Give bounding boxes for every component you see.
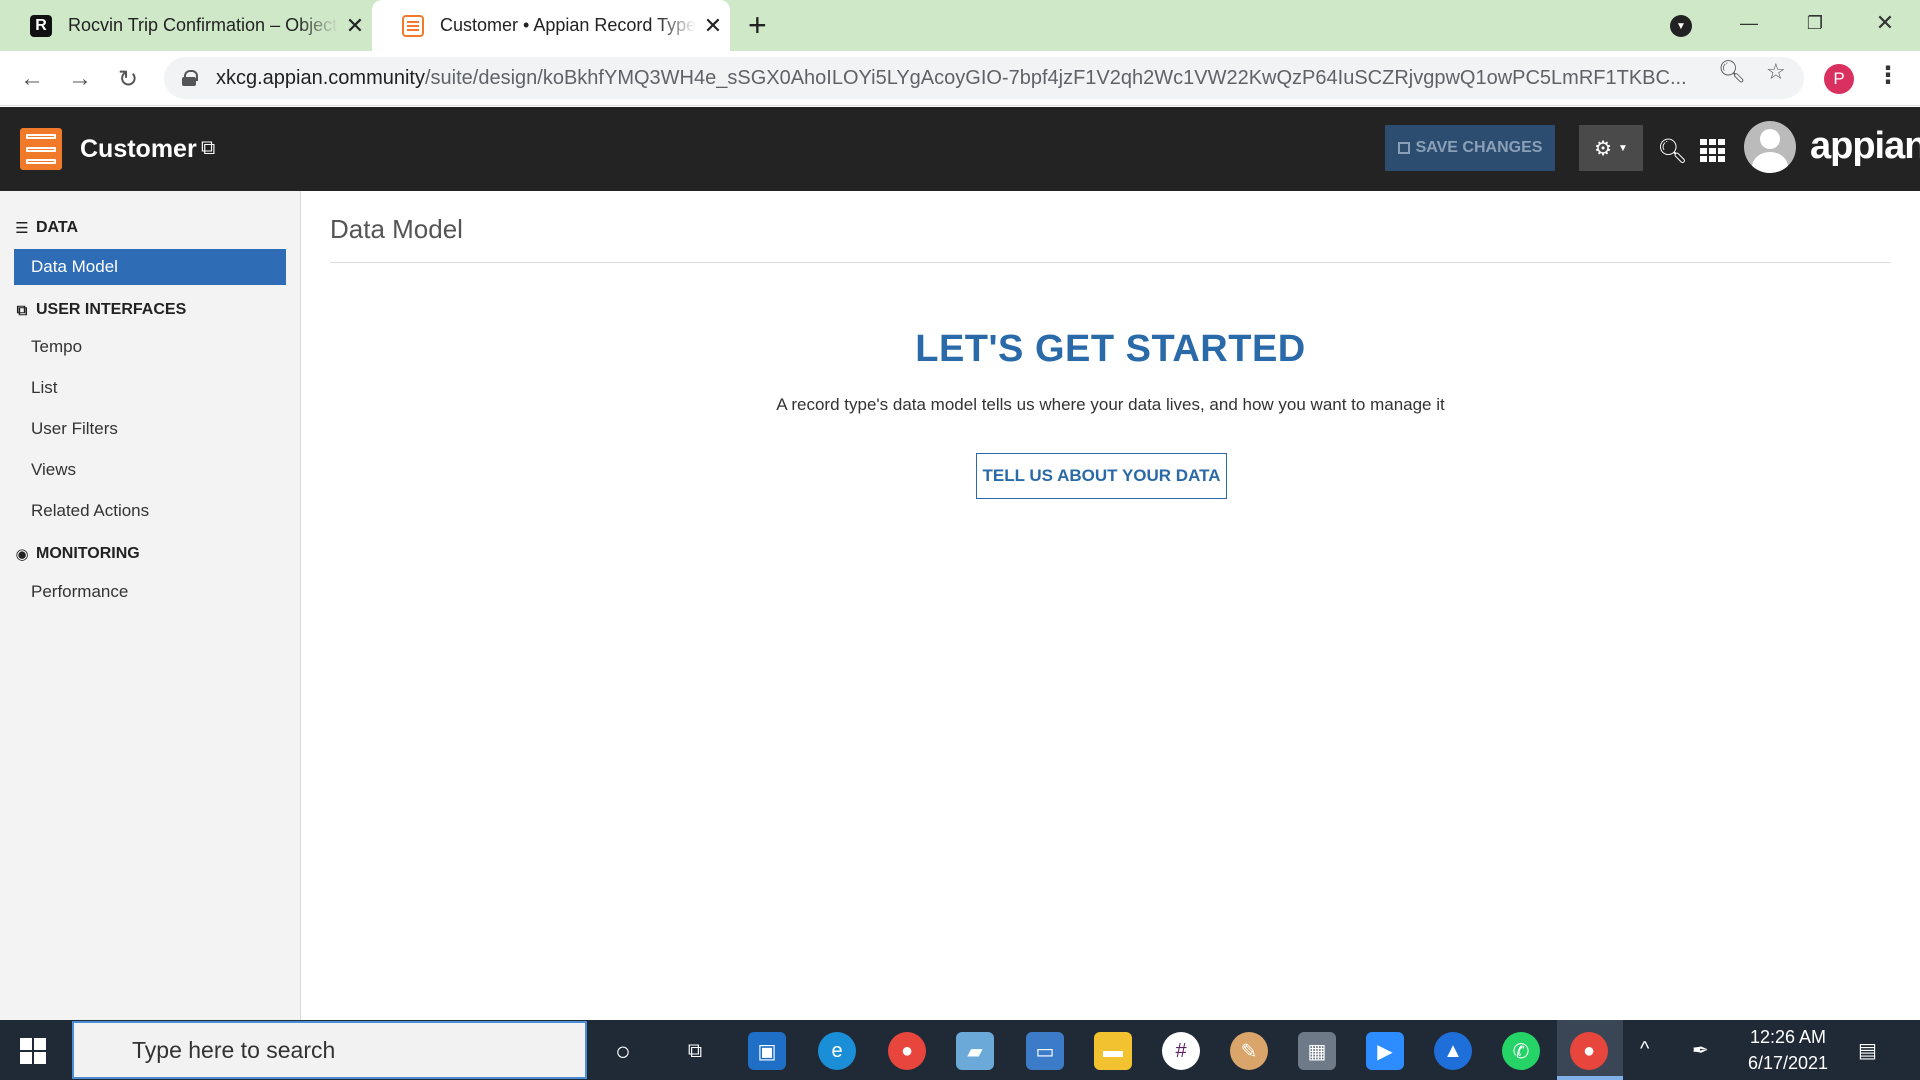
system-clock[interactable]: 12:26 AM 6/17/2021: [1740, 1024, 1836, 1076]
task-view-icon[interactable]: ⧉: [676, 1032, 714, 1070]
divider: [330, 262, 1891, 263]
calculator-icon[interactable]: ▦: [1298, 1032, 1336, 1070]
user-avatar[interactable]: [1744, 121, 1796, 173]
tab-favicon: R: [30, 14, 52, 37]
taskbar: Type here to search ○ ⧉ ▣ e ● ▰ ▭ ▬ # ✎ …: [0, 1020, 1920, 1080]
close-tab-icon[interactable]: ✕: [696, 13, 730, 39]
url-text: xkcg.appian.community/suite/design/koBkh…: [216, 66, 1687, 89]
zoom-app-icon[interactable]: ▶: [1366, 1032, 1404, 1070]
whatsapp-icon[interactable]: ✆: [1502, 1032, 1540, 1070]
vpn-app-icon[interactable]: ▲: [1434, 1032, 1472, 1070]
notifications-icon[interactable]: ▤: [1858, 1038, 1877, 1063]
edge-icon[interactable]: e: [818, 1032, 856, 1070]
notes-app-icon[interactable]: ▰: [956, 1032, 994, 1070]
app-launcher-icon[interactable]: [1700, 139, 1726, 163]
chrome-icon[interactable]: ●: [888, 1032, 926, 1070]
clock-date: 6/17/2021: [1747, 1053, 1829, 1073]
chevron-down-icon: ▼: [1618, 142, 1628, 154]
tab-title: Customer • Appian Record Type: [440, 15, 696, 35]
microsoft-store-icon[interactable]: ▣: [748, 1032, 786, 1070]
gauge-icon: ◉: [15, 546, 29, 563]
sidebar-item-user-filters[interactable]: User Filters: [14, 411, 286, 447]
pen-icon[interactable]: ✒: [1692, 1038, 1709, 1063]
edit-properties-icon[interactable]: ⧉: [201, 137, 223, 159]
browser-tab-active[interactable]: Customer • Appian Record Type ✕: [372, 0, 730, 51]
sidebar-item-views[interactable]: Views: [14, 452, 286, 488]
sidebar-item-performance[interactable]: Performance: [14, 574, 286, 610]
browser-menu-icon[interactable]: ⋮: [1876, 61, 1900, 90]
back-icon[interactable]: ←: [14, 61, 50, 97]
new-tab-icon[interactable]: +: [748, 8, 767, 42]
page-title: Data Model: [330, 214, 463, 244]
sidebar-item-tempo[interactable]: Tempo: [14, 329, 286, 365]
zoom-icon[interactable]: 🔍︎: [1718, 59, 1746, 85]
app-header: Customer ⧉ SAVE CHANGES ⚙ ▼ 🔍︎ appian: [0, 107, 1920, 191]
database-icon: ☰: [15, 220, 29, 237]
browser-toolbar: ← → ↻ xkcg.appian.community/suite/design…: [0, 51, 1920, 106]
show-hidden-icons-icon[interactable]: ^: [1640, 1038, 1649, 1061]
slack-icon[interactable]: #: [1162, 1032, 1200, 1070]
sidebar-section-monitoring: ◉ MONITORING: [15, 545, 140, 563]
reload-icon[interactable]: ↻: [110, 61, 146, 97]
address-bar[interactable]: xkcg.appian.community/suite/design/koBkh…: [164, 57, 1804, 99]
save-icon: [1397, 142, 1410, 154]
chrome-profile-icon[interactable]: ●: [1570, 1032, 1608, 1070]
sidebar-item-related-actions[interactable]: Related Actions: [14, 493, 286, 529]
lock-icon[interactable]: [182, 70, 198, 86]
mail-app-icon[interactable]: ▭: [1026, 1032, 1064, 1070]
active-app-indicator: [1557, 1076, 1623, 1080]
save-changes-button[interactable]: SAVE CHANGES: [1385, 125, 1555, 171]
paint-icon[interactable]: ✎: [1230, 1032, 1268, 1070]
bookmark-star-icon[interactable]: ☆: [1766, 59, 1786, 85]
forward-icon[interactable]: →: [62, 61, 98, 97]
clock-time: 12:26 AM: [1749, 1027, 1827, 1047]
restore-icon[interactable]: ❐: [1792, 0, 1838, 46]
sidebar-section-user-interfaces: ⧉ USER INTERFACES: [14, 301, 187, 319]
sidebar-item-data-model[interactable]: Data Model: [14, 249, 286, 285]
hero-title: LET'S GET STARTED: [915, 328, 1306, 370]
hero-subtitle: A record type's data model tells us wher…: [776, 395, 1445, 414]
copy-icon: ⧉: [16, 301, 28, 319]
sidebar-item-list[interactable]: List: [14, 370, 286, 406]
windows-start-icon[interactable]: [20, 1038, 46, 1064]
appian-logo: appian: [1810, 125, 1920, 167]
tell-us-about-your-data-button[interactable]: TELL US ABOUT YOUR DATA: [976, 453, 1227, 499]
tab-title: Rocvin Trip Confirmation – Object: [68, 15, 338, 35]
taskbar-search-input[interactable]: Type here to search: [72, 1021, 587, 1079]
record-type-icon: [20, 128, 62, 170]
browser-tab[interactable]: R Rocvin Trip Confirmation – Object ✕: [0, 0, 372, 51]
sidebar: ☰ DATA Data Model ⧉ USER INTERFACES Temp…: [0, 191, 301, 1020]
gear-icon: ⚙: [1594, 137, 1613, 160]
settings-menu-button[interactable]: ⚙ ▼: [1579, 125, 1643, 171]
profile-avatar[interactable]: P: [1824, 64, 1854, 94]
close-window-icon[interactable]: ✕: [1862, 0, 1908, 46]
record-type-title: Customer: [80, 135, 197, 163]
appian-record-favicon-icon: [402, 14, 424, 37]
dependencies-search-icon[interactable]: 🔍︎: [1657, 137, 1687, 166]
sidebar-section-data: ☰ DATA: [15, 219, 79, 237]
browser-tab-strip: R Rocvin Trip Confirmation – Object ✕ Cu…: [0, 0, 1920, 51]
minimize-icon[interactable]: —: [1726, 0, 1772, 46]
cortana-icon[interactable]: ○: [604, 1032, 642, 1070]
tab-search-icon[interactable]: ▼: [1670, 15, 1692, 37]
file-explorer-icon[interactable]: ▬: [1094, 1032, 1132, 1070]
close-tab-icon[interactable]: ✕: [338, 13, 372, 39]
